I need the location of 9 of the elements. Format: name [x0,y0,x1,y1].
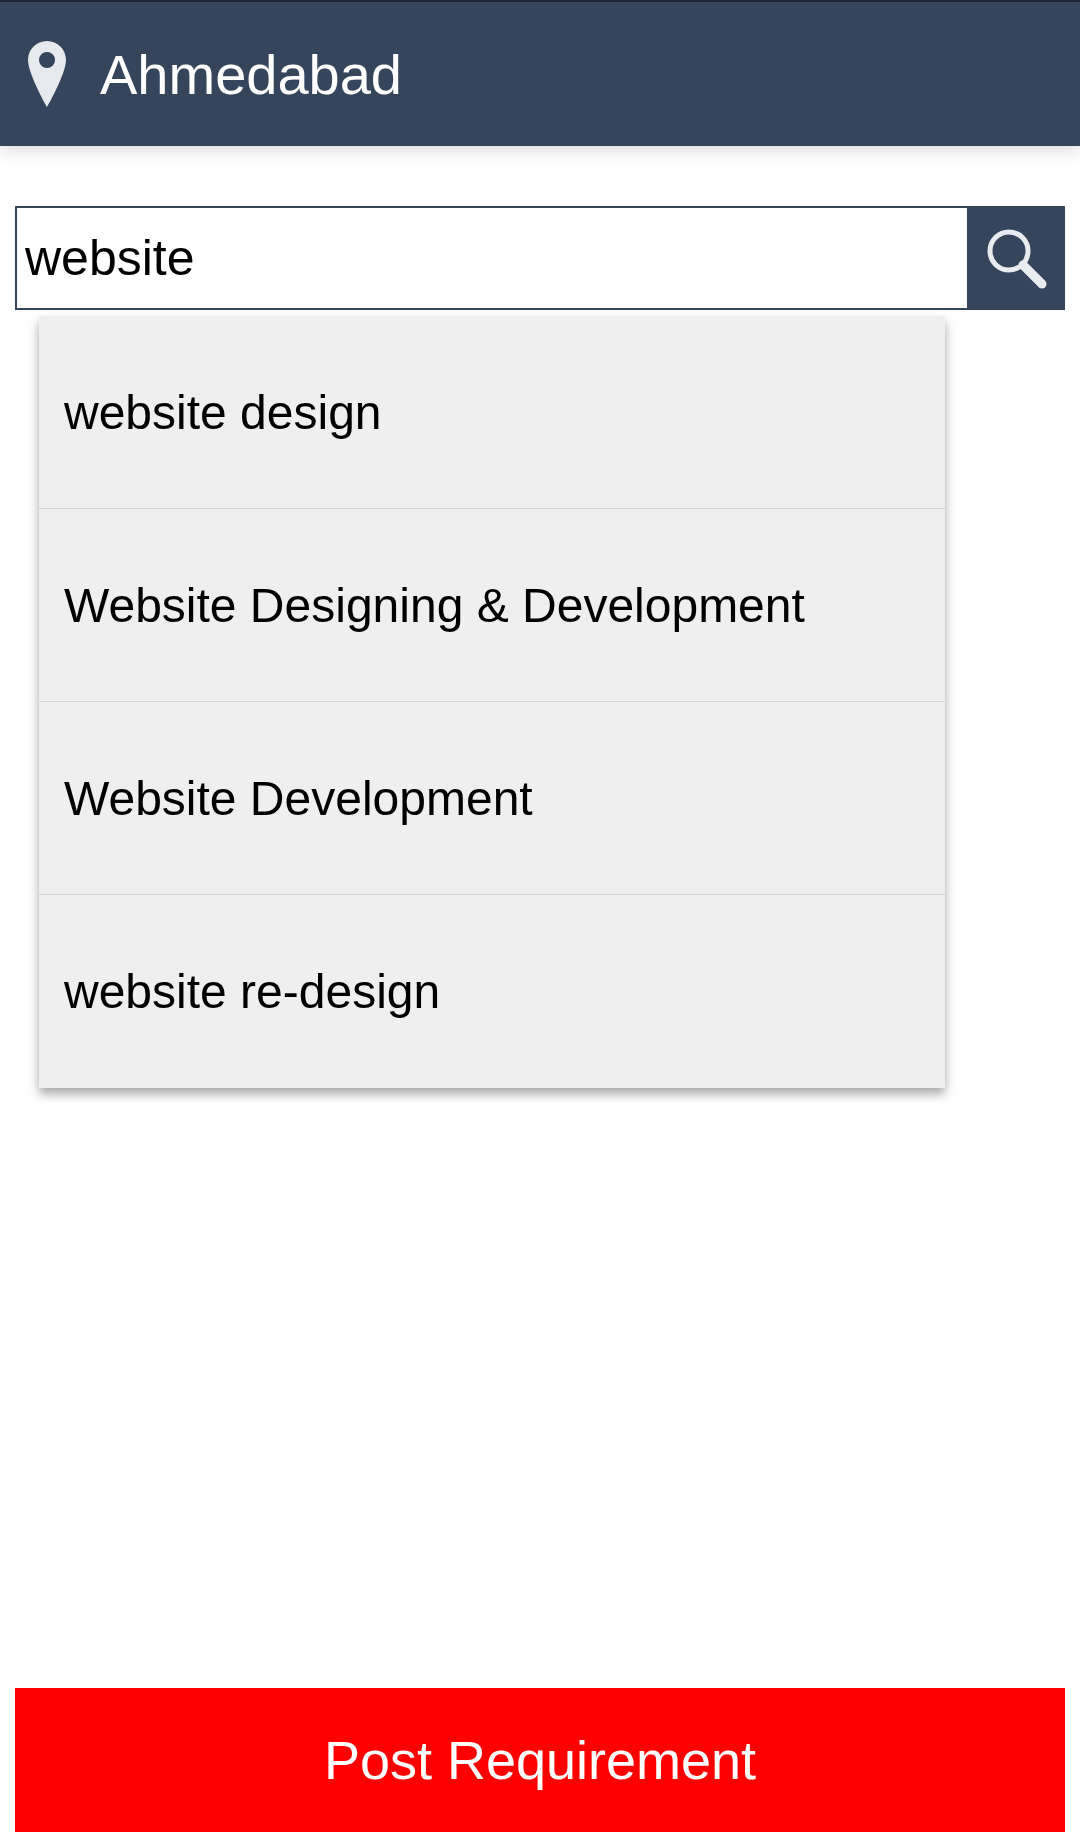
suggestion-item[interactable]: website design [39,316,945,509]
location-pin-icon [28,41,66,107]
suggestion-item[interactable]: website re-design [39,895,945,1088]
city-title: Ahmedabad [100,41,402,107]
suggestion-item[interactable]: Website Designing & Development [39,509,945,702]
search-field[interactable]: website [15,206,967,310]
search-button[interactable] [967,206,1065,310]
suggestion-item[interactable]: Website Development [39,702,945,895]
post-requirement-button[interactable]: Post Requirement [15,1688,1065,1832]
